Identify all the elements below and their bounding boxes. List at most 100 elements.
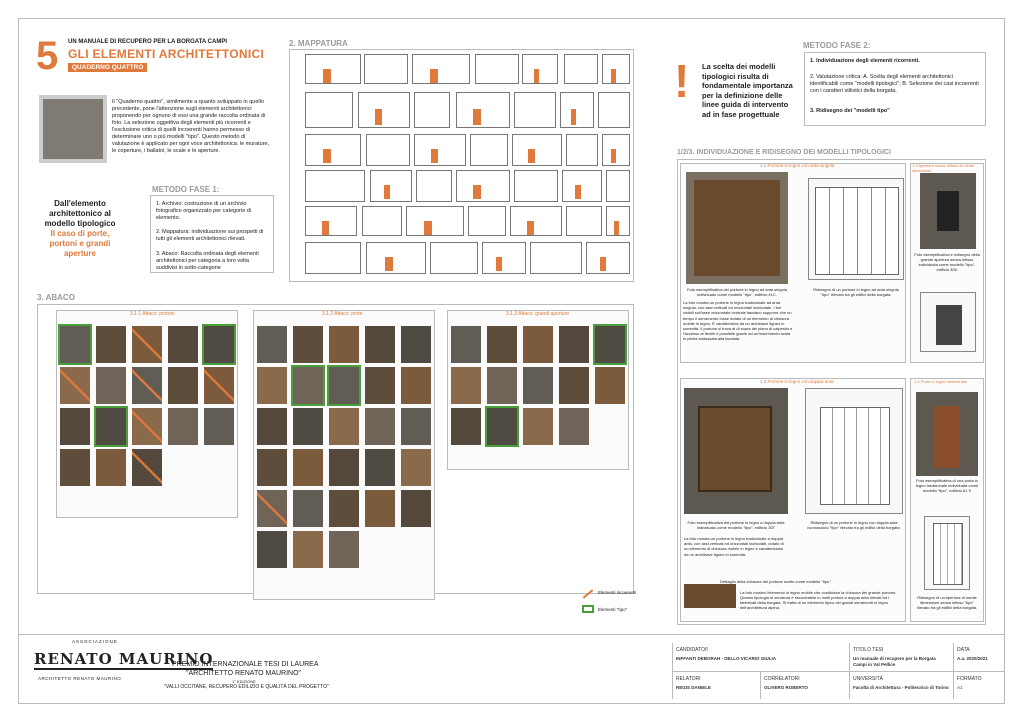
abaco-photo-thumb	[329, 531, 359, 568]
elevation-drawing	[305, 242, 361, 274]
elevation-drawing	[598, 92, 630, 128]
modello-2-photo	[920, 173, 976, 249]
elevation-highlight	[571, 109, 576, 125]
abaco-photo-thumb	[487, 326, 517, 363]
elevation-highlight	[528, 149, 535, 163]
intro-text: Il "Quaderno quattro", similmente a quan…	[112, 99, 270, 154]
metodo1-title: METODO FASE 1:	[152, 185, 220, 194]
abaco-photo-thumb	[96, 367, 126, 404]
legend-tipo-swatch	[582, 605, 594, 613]
metodo1-item-1: 1. Archivio: costruzione di un archivio …	[156, 201, 252, 221]
elevation-drawing	[456, 92, 510, 128]
elevation-drawing	[468, 206, 506, 236]
callout-mark: !	[674, 55, 690, 107]
modello-3-drawing-caption: Ridisegno di un portone in legno con dop…	[807, 520, 901, 530]
abaco-photo-thumb	[58, 324, 92, 365]
elevation-drawing	[522, 54, 558, 84]
modello-2-drawing	[920, 292, 976, 352]
elevation-drawing	[475, 54, 519, 84]
modello-3-detail-photo	[684, 584, 736, 608]
abaco-photo-thumb	[168, 367, 198, 404]
abaco-photo-thumb	[293, 531, 323, 568]
universita-value: Facoltà di Architettura - Politecnico di…	[853, 685, 949, 690]
abaco-photo-thumb	[523, 408, 553, 445]
abaco-photo-thumb	[168, 408, 198, 445]
elevation-drawing	[366, 134, 410, 166]
abaco-photo-thumb	[365, 408, 395, 445]
elevation-drawing	[566, 134, 598, 166]
modelli-title: 1/2/3. INDIVIDUAZIONE E RIDISEGNO DEI MO…	[677, 149, 891, 156]
abaco-portoni-thumbs	[58, 324, 236, 486]
data-label: DATA	[957, 647, 970, 653]
abaco-photo-thumb	[257, 326, 287, 363]
mappatura-title: 2. MAPPATURA	[289, 39, 348, 48]
elevation-drawing	[514, 170, 558, 202]
assoc-small-label: ASSOCIAZIONE	[72, 639, 118, 644]
elevation-drawing	[358, 92, 410, 128]
elevation-drawing	[305, 92, 353, 128]
elevation-highlight	[424, 221, 432, 235]
abaco-photo-thumb	[451, 408, 481, 445]
modello-4-drawing-caption: Ridisegno di un'apertura di medie dimens…	[916, 595, 978, 610]
premio-line-3: "VALLI OCCITANE, RECUPERO EDILIZIO E QUA…	[164, 684, 329, 690]
elevation-drawing	[414, 134, 466, 166]
elevation-drawing	[606, 170, 630, 202]
abaco-photo-thumb	[327, 365, 361, 406]
metodo1-item-2: 2. Mappatura: individuazione sui prospet…	[156, 229, 264, 242]
modello-2-caption: Foto esemplificativa e ridisegno della g…	[914, 252, 980, 272]
abaco-photo-thumb	[94, 406, 128, 447]
elevation-highlight	[600, 257, 606, 271]
elevation-drawing	[366, 242, 426, 274]
abaco-photo-thumb	[60, 408, 90, 445]
abaco-photo-thumb	[204, 367, 234, 404]
abaco-photo-thumb	[132, 408, 162, 445]
elevation-drawing	[412, 54, 470, 84]
abaco-photo-thumb	[593, 324, 627, 365]
abaco-porte-title: 3.1.2 Abaco: porte	[322, 311, 363, 317]
abaco-photo-thumb	[523, 367, 553, 404]
premio-line-1: PREMIO INTERNAZIONALE TESI DI LAUREA	[172, 661, 319, 668]
elevation-highlight	[611, 149, 616, 163]
quaderno-label: QUADERNO QUATTRO	[68, 63, 148, 72]
footer-divider	[18, 634, 1005, 635]
intro-photo	[39, 95, 107, 163]
abaco-photo-thumb	[293, 408, 323, 445]
elevation-drawing	[305, 206, 357, 236]
abaco-photo-thumb	[291, 365, 325, 406]
abaco-photo-thumb	[132, 367, 162, 404]
elevation-highlight	[323, 69, 331, 83]
abaco-photo-thumb	[365, 490, 395, 527]
modello-3-paragraph: La foto mostra un portone in legno tradi…	[684, 536, 784, 557]
abaco-photo-thumb	[401, 326, 431, 363]
legend-tipo-label: Elementi "tipo"	[598, 607, 628, 612]
abaco-photo-thumb	[257, 408, 287, 445]
abaco-photo-thumb	[365, 367, 395, 404]
formato-value: A1	[957, 685, 963, 690]
abaco-photo-thumb	[257, 367, 287, 404]
relatori-label: RELATORI	[676, 676, 701, 682]
abaco-photo-thumb	[365, 326, 395, 363]
modello-1-drawing	[808, 178, 904, 280]
abaco-aperture-title: 3.1.3 Abaco: grandi aperture	[506, 311, 570, 317]
abaco-photo-thumb	[487, 367, 517, 404]
elevation-highlight	[575, 185, 581, 199]
modello-3-label: 1.3 Portone in legno con doppia anta	[760, 379, 834, 384]
modello-1-paragraph: La foto mostra un portone in legno tradi…	[683, 300, 793, 342]
titolo-label: TITOLO TESI	[853, 647, 884, 653]
elevation-drawing	[586, 242, 630, 274]
candidati-value: INFFANTI DEBORAH - DELLO VICARIO GIULIA	[676, 656, 776, 661]
modello-3-photo-caption: Foto esemplificativa del portone in legn…	[687, 520, 785, 530]
abaco-photo-thumb	[329, 326, 359, 363]
elevation-drawing	[362, 206, 402, 236]
relatori-value: REGIS DANIELE	[676, 685, 712, 690]
abaco-photo-thumb	[257, 531, 287, 568]
abaco-photo-thumb	[365, 449, 395, 486]
correlatori-value: OLIVERO ROBERTO	[764, 685, 808, 690]
elevation-highlight	[384, 185, 390, 199]
abaco-photo-thumb	[202, 324, 236, 365]
abaco-photo-thumb	[204, 408, 234, 445]
elevation-highlight	[496, 257, 502, 271]
header-subtitle: UN MANUALE DI RECUPERO PER LA BORGATA CA…	[68, 39, 227, 45]
elevation-drawing	[305, 134, 361, 166]
modello-4-drawing	[924, 516, 970, 590]
